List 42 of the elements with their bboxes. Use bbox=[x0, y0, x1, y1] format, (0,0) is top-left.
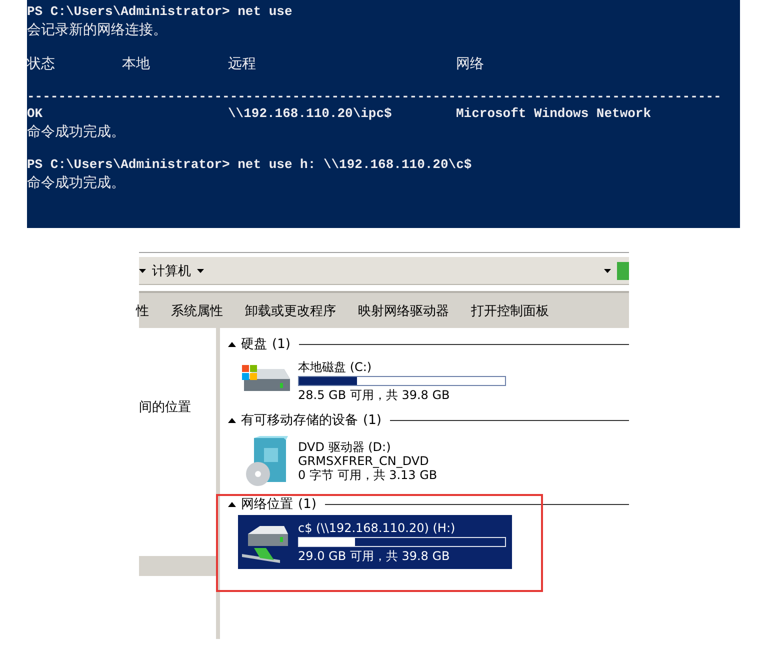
drive-item[interactable]: c$ (\\192.168.110.20) (H:) 29.0 GB 可用，共 39.8 GB bbox=[238, 515, 512, 569]
group-count: (1) bbox=[363, 412, 382, 428]
free-space: 28.5 GB 可用，共 39.8 GB bbox=[298, 388, 451, 402]
volume-label: GRMSXFRER_CN_DVD bbox=[298, 454, 430, 468]
console-cell: 网络 bbox=[456, 55, 484, 73]
collapse-triangle-icon[interactable] bbox=[228, 418, 236, 422]
toolbar-button[interactable]: 卸载或更改程序 bbox=[245, 302, 336, 320]
console-cell-text: \\192.168.110.20\ipc$ bbox=[228, 106, 393, 121]
drive-name: c$ (\\192.168.110.20) (H:) bbox=[298, 521, 456, 535]
dropdown-arrow-icon[interactable] bbox=[604, 268, 611, 272]
drive-name: DVD 驱动器 (D:) bbox=[298, 440, 392, 454]
sidebar-item[interactable]: 间的位置 bbox=[139, 398, 191, 416]
group-count: (1) bbox=[298, 496, 316, 512]
collapse-triangle-icon[interactable] bbox=[228, 502, 236, 506]
free-space: 29.0 GB 可用，共 39.8 GB bbox=[298, 549, 451, 563]
console-line: PS C:\Users\Administrator> net use bbox=[27, 4, 292, 21]
toolbar-button[interactable]: 性 bbox=[136, 302, 149, 320]
toolbar-button[interactable]: 打开控制面板 bbox=[471, 302, 549, 320]
console-line: 会记录新的网络连接。 bbox=[27, 21, 167, 38]
console-cell-text: 远程 bbox=[228, 55, 257, 73]
toolbar-button[interactable]: 系统属性 bbox=[171, 302, 223, 320]
drive-item[interactable]: DVD 驱动器 (D:) GRMSXFRER_CN_DVD 0 字节 可用，共 3.13 GB bbox=[238, 431, 512, 491]
group-title: 网络位置 bbox=[241, 496, 293, 513]
free-space: 0 字节 可用，共 3.13 GB bbox=[298, 468, 438, 482]
console-line: 命令成功完成。 bbox=[27, 174, 125, 191]
console-cell-text: 本地 bbox=[122, 55, 151, 73]
drive-item[interactable]: 本地磁盘 (C:) 28.5 GB 可用，共 39.8 GB bbox=[238, 355, 512, 407]
dropdown-arrow-icon[interactable] bbox=[139, 268, 146, 272]
toolbar-button[interactable]: 映射网络驱动器 bbox=[358, 302, 449, 320]
console-cell-text: 状态 bbox=[27, 55, 56, 73]
console-cell-text: OK bbox=[27, 106, 44, 121]
collapse-triangle-icon[interactable] bbox=[228, 342, 236, 346]
dropdown-arrow-icon[interactable] bbox=[197, 268, 204, 272]
group-count: (1) bbox=[272, 336, 290, 352]
group-title: 有可移动存储的设备 bbox=[241, 412, 358, 429]
console-line: PS C:\Users\Administrator> net use h: \\192.168.110.20\c$ bbox=[27, 157, 472, 174]
console-line: ----------------------------------------------------------------------------------------- bbox=[27, 89, 722, 106]
console-line: 命令成功完成。 bbox=[27, 123, 125, 140]
address-text[interactable]: 计算机 bbox=[152, 262, 191, 280]
console-cell: Microsoft Windows Network bbox=[456, 106, 652, 121]
drive-name: 本地磁盘 (C:) bbox=[298, 360, 373, 374]
group-title: 硬盘 bbox=[241, 336, 267, 353]
